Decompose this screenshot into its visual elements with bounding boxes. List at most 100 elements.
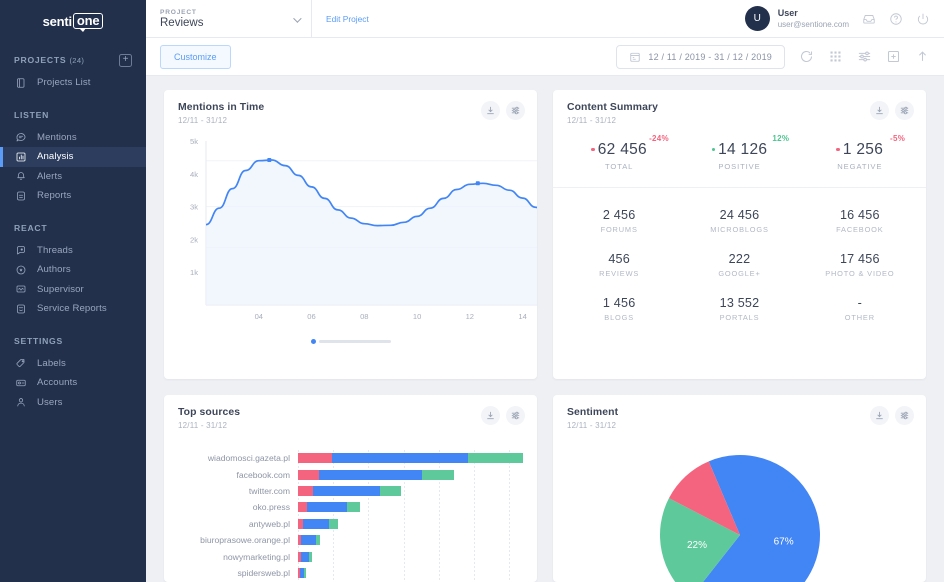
sidebar-item-analysis[interactable]: Analysis <box>0 147 146 167</box>
user-block[interactable]: U User user@sentione.com <box>745 6 849 31</box>
avatar[interactable]: U <box>745 6 770 31</box>
bar-segment-neutral <box>332 453 467 463</box>
logo-text-senti: senti <box>43 14 72 29</box>
bar-segment-positive <box>380 486 401 496</box>
bar-segment-negative <box>298 453 332 463</box>
grid-icon[interactable] <box>827 49 843 65</box>
threads-icon <box>15 244 27 256</box>
bar-segment-negative <box>298 486 313 496</box>
stacked-bar[interactable] <box>298 453 523 463</box>
panel-subtitle: 12/11 - 31/12 <box>178 421 523 430</box>
add-project-button[interactable]: + <box>119 54 132 67</box>
panel-actions <box>870 101 914 120</box>
panel-title: Sentiment <box>567 407 912 418</box>
stacked-bar[interactable] <box>298 470 523 480</box>
status-dot <box>591 148 594 151</box>
top-sources-row[interactable]: twitter.com <box>172 483 523 499</box>
summary-stat-value-wrap: 1 256-5% <box>836 141 883 159</box>
sidebar-item-reports[interactable]: Reports <box>0 186 146 206</box>
summary-stat-negative: 1 256-5%NEGATIVE <box>800 141 920 171</box>
breakdown-label: FACEBOOK <box>800 225 920 234</box>
sidebar-item-labels[interactable]: Labels <box>0 354 146 374</box>
sidebar-item-users[interactable]: Users <box>0 393 146 413</box>
add-widget-icon[interactable] <box>885 49 901 65</box>
sidebar-item-label: Authors <box>37 264 71 275</box>
reports-icon <box>15 190 27 202</box>
mentions-line-chart[interactable]: 1k2k3k4k5k040608101214 <box>164 133 537 343</box>
download-icon[interactable] <box>870 101 889 120</box>
bar-segment-negative <box>298 502 307 512</box>
source-label: facebook.com <box>172 470 298 480</box>
stacked-bar[interactable] <box>298 552 523 562</box>
settings-sliders-icon[interactable] <box>895 406 914 425</box>
sidebar-item-alerts[interactable]: Alerts <box>0 167 146 187</box>
sidebar-item-accounts[interactable]: Accounts <box>0 373 146 393</box>
summary-stat-label: POSITIVE <box>679 162 799 171</box>
stacked-bar[interactable] <box>298 568 523 578</box>
top-sources-row[interactable]: antyweb.pl <box>172 516 523 532</box>
svg-text:14: 14 <box>518 312 526 321</box>
download-icon[interactable] <box>481 406 500 425</box>
sidebar-item-authors[interactable]: Authors <box>0 260 146 280</box>
logo-text-one: one <box>73 13 104 29</box>
top-sources-bar-chart[interactable]: wiadomosci.gazeta.pl facebook.com twitter.… <box>164 430 537 581</box>
status-dot <box>836 148 839 151</box>
sidebar-item-threads[interactable]: Threads <box>0 241 146 261</box>
top-sources-row[interactable]: oko.press <box>172 499 523 515</box>
customize-button[interactable]: Customize <box>160 45 231 69</box>
top-sources-row[interactable]: nowymarketing.pl <box>172 548 523 564</box>
dashboard-grid: Mentions in Time 12/11 - 31/12 1k2k3k4k5… <box>146 76 944 582</box>
bar-segment-positive <box>347 502 360 512</box>
sidebar-item-projects-list[interactable]: Projects List <box>0 73 146 93</box>
refresh-icon[interactable] <box>798 49 814 65</box>
app-logo[interactable]: sentione <box>0 0 146 38</box>
sidebar-item-label: Users <box>37 397 63 408</box>
summary-stat-delta: 12% <box>772 134 789 143</box>
top-sources-row[interactable]: spidersweb.pl <box>172 565 523 581</box>
sidebar-section-react: REACT <box>0 220 146 236</box>
filter-icon[interactable] <box>856 49 872 65</box>
source-label: oko.press <box>172 502 298 512</box>
date-range-picker[interactable]: 12 / 11 / 2019 - 31 / 12 / 2019 <box>616 45 785 69</box>
settings-sliders-icon[interactable] <box>506 101 525 120</box>
breakdown-value: 1 456 <box>559 296 679 310</box>
breakdown-value: 24 456 <box>679 208 799 222</box>
settings-sliders-icon[interactable] <box>506 406 525 425</box>
user-email: user@sentione.com <box>778 19 849 30</box>
stacked-bar[interactable] <box>298 486 523 496</box>
download-icon[interactable] <box>870 406 889 425</box>
panel-mentions-in-time: Mentions in Time 12/11 - 31/12 1k2k3k4k5… <box>164 90 537 379</box>
sidebar-item-label: Service Reports <box>37 303 107 314</box>
inbox-icon[interactable] <box>861 11 876 26</box>
bar-segment-positive <box>309 552 312 562</box>
svg-text:12: 12 <box>466 312 474 321</box>
sidebar-item-mentions[interactable]: Mentions <box>0 128 146 148</box>
top-sources-row[interactable]: wiadomosci.gazeta.pl <box>172 450 523 466</box>
stacked-bar[interactable] <box>298 502 523 512</box>
top-sources-row[interactable]: biuroprasowe.orange.pl <box>172 532 523 548</box>
sub-bar-actions: 12 / 11 / 2019 - 31 / 12 / 2019 <box>616 45 930 69</box>
settings-sliders-icon[interactable] <box>895 101 914 120</box>
power-icon[interactable] <box>915 11 930 26</box>
stacked-bar[interactable] <box>298 535 523 545</box>
source-label: antyweb.pl <box>172 519 298 529</box>
download-icon[interactable] <box>481 101 500 120</box>
breakdown-value: 16 456 <box>800 208 920 222</box>
sentiment-pie-chart[interactable]: 67%22% <box>553 440 926 582</box>
export-icon[interactable] <box>914 49 930 65</box>
sidebar-item-supervisor[interactable]: Supervisor <box>0 280 146 300</box>
edit-project-link[interactable]: Edit Project <box>326 14 369 24</box>
project-selector[interactable]: PROJECT Reviews <box>160 0 312 38</box>
bar-segment-positive <box>422 470 454 480</box>
stacked-bar[interactable] <box>298 519 523 529</box>
top-sources-row[interactable]: facebook.com <box>172 466 523 482</box>
bar-segment-positive <box>468 453 523 463</box>
bar-segment-neutral <box>307 502 347 512</box>
breakdown-cell-reviews: 456REVIEWS <box>559 252 679 278</box>
panel-title: Top sources <box>178 407 523 418</box>
panel-actions <box>870 406 914 425</box>
sidebar-item-service-reports[interactable]: Service Reports <box>0 299 146 319</box>
summary-stat-value: 62 456 <box>598 141 647 158</box>
panel-content-summary: Content Summary 12/11 - 31/12 62 456-24%… <box>553 90 926 379</box>
help-icon[interactable] <box>888 11 903 26</box>
